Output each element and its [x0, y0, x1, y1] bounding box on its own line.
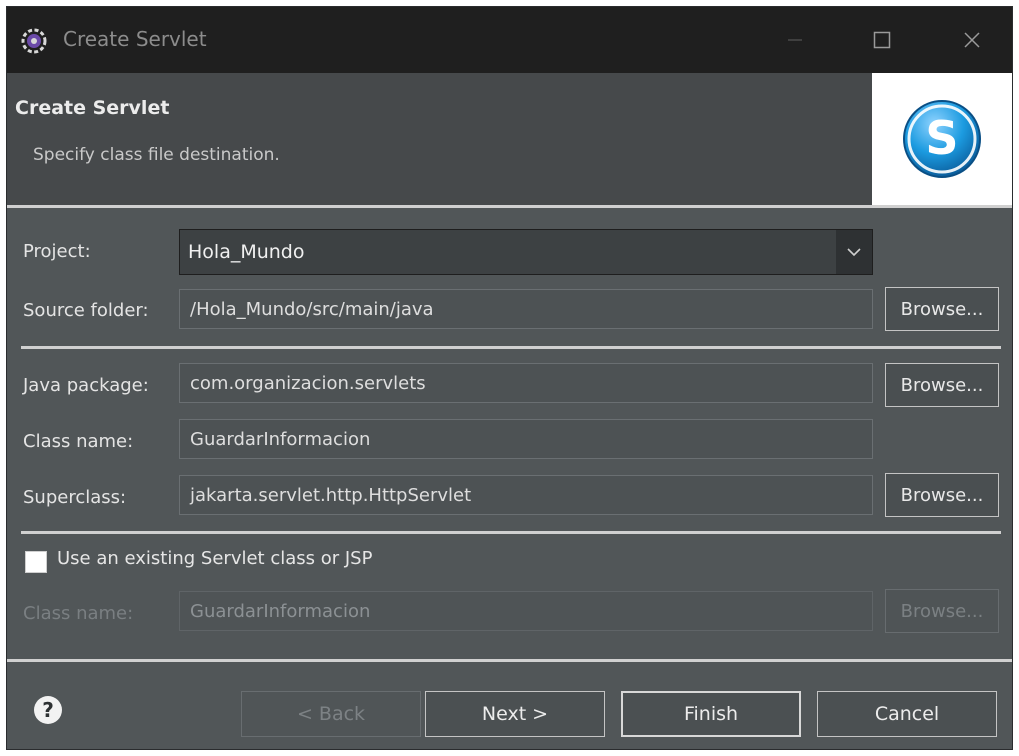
next-button[interactable]: Next > [425, 691, 605, 737]
maximize-icon [873, 31, 891, 49]
help-icon[interactable]: ? [33, 695, 63, 725]
superclass-browse-button[interactable]: Browse... [885, 473, 999, 517]
use-existing-label[interactable]: Use an existing Servlet class or JSP [57, 548, 372, 569]
title-bar[interactable]: Create Servlet [7, 7, 1012, 73]
banner-title: Create Servlet [15, 97, 170, 119]
project-label: Project: [23, 241, 91, 262]
svg-text:?: ? [42, 698, 54, 722]
cancel-button[interactable]: Cancel [817, 691, 997, 737]
banner-subtitle: Specify class file destination. [33, 145, 280, 165]
source-folder-field[interactable]: /Hola_Mundo/src/main/java [179, 289, 873, 329]
superclass-field[interactable]: jakarta.servlet.http.HttpServlet [179, 475, 873, 515]
source-folder-browse-button[interactable]: Browse... [885, 287, 999, 331]
minimize-button[interactable] [765, 7, 825, 73]
minimize-icon [788, 39, 802, 41]
close-button[interactable] [942, 7, 1002, 73]
create-servlet-dialog: Create Servlet Create Servlet Specify cl… [6, 6, 1013, 750]
source-folder-label: Source folder: [23, 300, 149, 321]
maximize-button[interactable] [852, 7, 912, 73]
wizard-banner: Create Servlet Specify class file destin… [7, 73, 1012, 205]
chevron-down-icon [847, 248, 861, 257]
existing-class-browse-button: Browse... [885, 589, 999, 633]
java-package-browse-button[interactable]: Browse... [885, 363, 999, 407]
close-icon [964, 32, 980, 48]
footer-separator [7, 659, 1012, 662]
existing-class-name-field: GuardarInformacion [179, 591, 873, 631]
section-separator [21, 346, 1001, 349]
svg-text:S: S [925, 111, 958, 165]
banner-separator [7, 205, 1012, 208]
existing-class-name-label: Class name: [23, 603, 134, 624]
finish-button[interactable]: Finish [621, 691, 801, 737]
project-combo[interactable]: Hola_Mundo [179, 229, 873, 275]
class-name-field[interactable]: GuardarInformacion [179, 419, 873, 459]
combo-dropdown-button[interactable] [836, 230, 872, 274]
use-existing-checkbox[interactable] [25, 551, 47, 573]
class-name-label: Class name: [23, 431, 134, 452]
servlet-s-icon: S [903, 100, 981, 178]
java-package-label: Java package: [23, 375, 149, 396]
project-combo-value: Hola_Mundo [188, 241, 305, 263]
superclass-label: Superclass: [23, 487, 127, 508]
window-title: Create Servlet [63, 27, 207, 51]
banner-image: S [872, 73, 1012, 205]
gear-icon [21, 28, 47, 54]
java-package-field[interactable]: com.organizacion.servlets [179, 363, 873, 403]
section-separator-2 [21, 531, 1001, 534]
back-button: < Back [241, 691, 421, 737]
